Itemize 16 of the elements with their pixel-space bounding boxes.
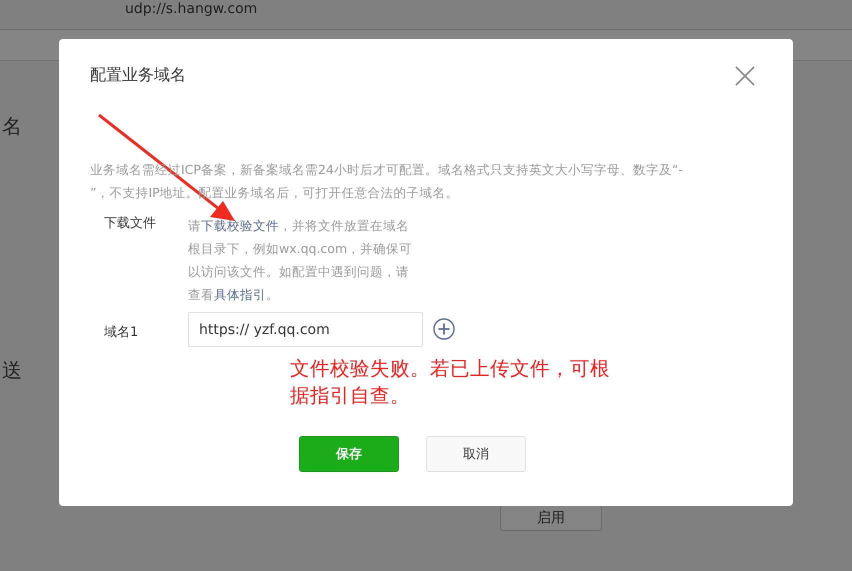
field-label: 域名1 bbox=[104, 324, 140, 342]
cancel-button[interactable]: 取消 bbox=[426, 436, 526, 472]
dialog-title: 配置业务域名 bbox=[90, 65, 186, 86]
link[interactable]: 下载校验文件 bbox=[201, 218, 279, 233]
address-text: udp://s.hangw.com bbox=[125, 1, 258, 18]
annotation-text: 文件校验失败。若已上传文件，可根据指引自查。 bbox=[290, 356, 611, 409]
close-icon[interactable] bbox=[735, 66, 755, 86]
enable-button[interactable]: 启用 bbox=[500, 505, 602, 531]
link[interactable]: 具体指引 bbox=[214, 287, 266, 302]
domain-field[interactable]: https:// yzf.qq.com bbox=[188, 312, 423, 347]
section-heading: 送 bbox=[2, 358, 22, 382]
add-icon[interactable] bbox=[433, 318, 455, 340]
instruction-text: 请下载校验文件，并将文件放置在域名根目录下，例如wx.qq.com，并确保可以访问该文件。如配置中遇到问题，请查看具体指引。 bbox=[188, 217, 414, 304]
save-button[interactable]: 保存 bbox=[299, 436, 399, 472]
field-label: 下载文件 bbox=[104, 215, 157, 233]
section-heading: 名 bbox=[2, 114, 22, 138]
